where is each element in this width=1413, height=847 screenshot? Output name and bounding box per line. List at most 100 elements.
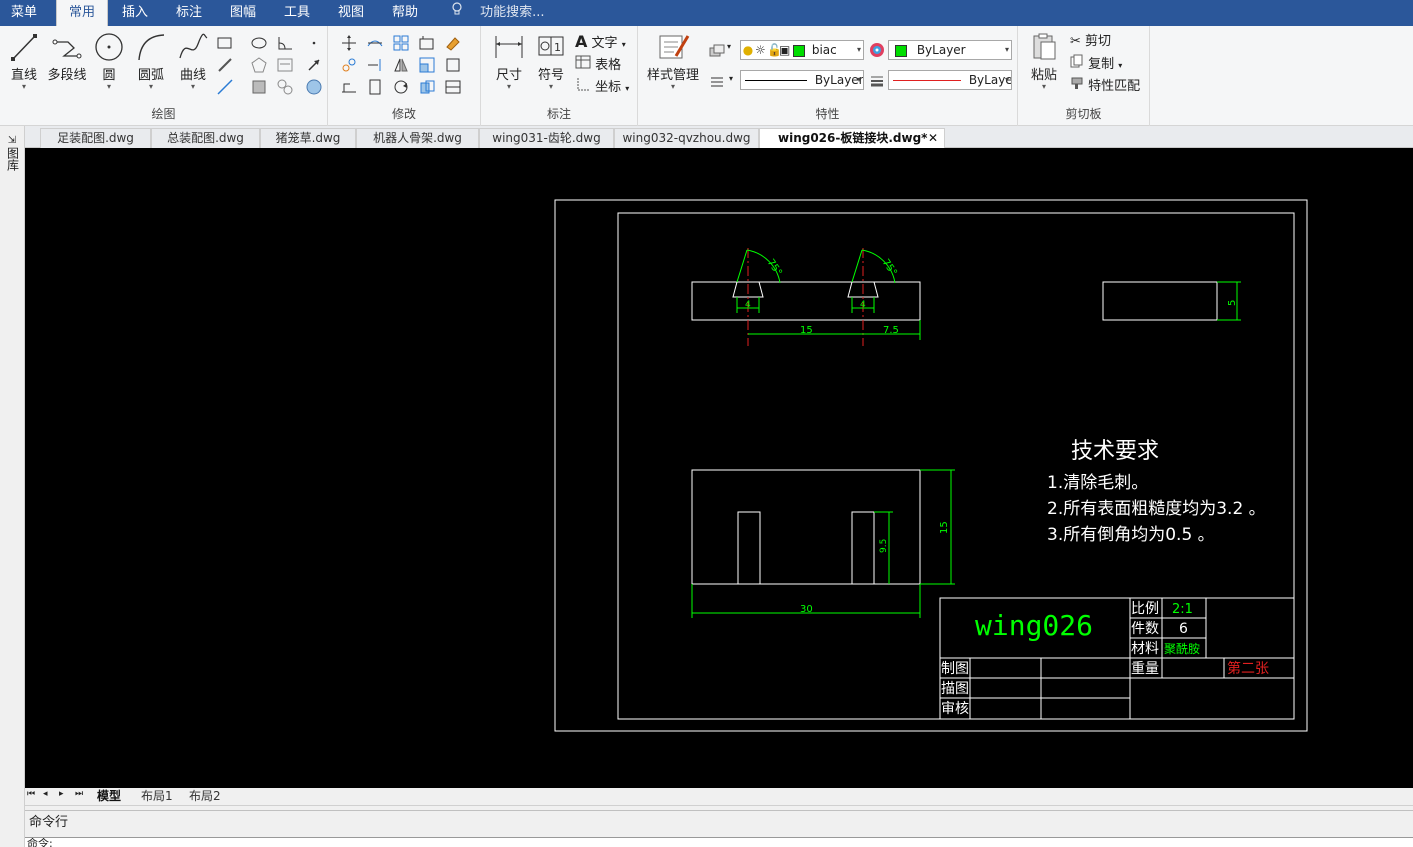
angle-icon[interactable] bbox=[276, 34, 294, 52]
menu-item-main[interactable]: 菜单 bbox=[0, 0, 48, 26]
match-properties-button[interactable]: 特性匹配 bbox=[1070, 76, 1140, 96]
dimension-icon bbox=[495, 36, 523, 58]
material-value: 聚酰胺 bbox=[1164, 642, 1200, 656]
copy-icon bbox=[1070, 54, 1084, 75]
move-icon[interactable] bbox=[340, 34, 358, 52]
line-icon bbox=[11, 34, 37, 61]
layout-tab-2[interactable]: 布局2 bbox=[189, 788, 229, 805]
doc-tab-0[interactable]: 足装配图.dwg bbox=[40, 128, 151, 148]
table-icon bbox=[575, 54, 591, 77]
paste-button[interactable]: 粘贴 ▾ bbox=[1024, 32, 1064, 91]
block-icon[interactable] bbox=[444, 78, 462, 96]
trim-icon[interactable] bbox=[366, 34, 384, 52]
title-block: wing026 比例 2:1 件数 6 材料 聚酰胺 制图 描图 审核 重量 第… bbox=[939, 597, 1295, 720]
ellipse-icon[interactable] bbox=[250, 34, 268, 52]
stretch-icon[interactable] bbox=[340, 78, 358, 96]
copy-button[interactable]: 复制 ▾ bbox=[1070, 54, 1122, 74]
list-icon[interactable] bbox=[708, 72, 726, 90]
image-icon[interactable] bbox=[276, 56, 294, 74]
scissors-icon: ✂ bbox=[1070, 34, 1081, 49]
style-manager-icon bbox=[659, 35, 690, 59]
dim-w1: 4 bbox=[745, 300, 751, 310]
left-panel-strip: ⇲ 图库 bbox=[0, 126, 25, 847]
menu-item-tools[interactable]: 工具 bbox=[274, 0, 320, 26]
scale-icon[interactable] bbox=[418, 56, 436, 74]
color-combo[interactable]: ByLayer ▾ bbox=[888, 40, 1012, 60]
library-tab[interactable]: ⇲ 图库 bbox=[4, 134, 20, 174]
polygon-icon[interactable] bbox=[250, 56, 268, 74]
rotate-icon[interactable] bbox=[392, 78, 410, 96]
style-manager-button[interactable]: 样式管理 ▾ bbox=[642, 32, 704, 91]
arrow-icon[interactable] bbox=[305, 56, 323, 74]
side-view: 5 bbox=[1102, 281, 1241, 321]
dimension-button[interactable]: 尺寸 ▾ bbox=[489, 32, 529, 91]
close-tab-icon[interactable]: ✕ bbox=[928, 129, 938, 148]
point-icon[interactable] bbox=[305, 34, 323, 52]
function-search-placeholder: 功能搜索... bbox=[480, 5, 545, 20]
group-clipboard-label: 剪切板 bbox=[1065, 107, 1102, 121]
construction-line-icon[interactable] bbox=[216, 78, 234, 96]
polyline-button[interactable]: 多段线 bbox=[45, 32, 89, 83]
color-wheel-icon[interactable] bbox=[868, 41, 886, 59]
menu-item-insert[interactable]: 插入 bbox=[112, 0, 158, 26]
next-page-icon[interactable]: ▸ bbox=[59, 789, 64, 799]
lineweight-combo[interactable]: ByLaye ▾ bbox=[888, 70, 1012, 90]
symbol-button[interactable]: 1 符号 ▾ bbox=[531, 32, 571, 91]
menu-item-annotate[interactable]: 标注 bbox=[166, 0, 212, 26]
line-button[interactable]: 直线 ▾ bbox=[4, 32, 44, 91]
doc-tab-4[interactable]: wing031-齿轮.dwg bbox=[479, 128, 614, 148]
explode-icon[interactable] bbox=[444, 56, 462, 74]
extend-icon[interactable] bbox=[366, 56, 384, 74]
arc-button[interactable]: 圆弧 ▾ bbox=[131, 32, 171, 91]
dim-w2: 4 bbox=[860, 300, 866, 310]
linetype-combo[interactable]: ByLayer ▾ bbox=[740, 70, 864, 90]
text-button[interactable]: A 文字 ▾ bbox=[575, 32, 626, 52]
drawing-canvas[interactable]: 75° 75° 4 4 15 7.5 5 15 9.5 30 技术要求 1.清除… bbox=[25, 148, 1413, 788]
hatch-line-icon[interactable] bbox=[216, 56, 234, 74]
command-input[interactable]: 命令: bbox=[25, 837, 1413, 847]
menu-item-help[interactable]: 帮助 bbox=[382, 0, 428, 26]
top-view: 75° 75° 4 4 15 7.5 bbox=[691, 248, 921, 346]
mirror-icon[interactable] bbox=[392, 56, 410, 74]
doc-tab-3[interactable]: 机器人骨架.dwg bbox=[356, 128, 479, 148]
group-annotation: 尺寸 ▾ 1 符号 ▾ A 文字 ▾ 表格 坐标 ▾ 标注 bbox=[481, 26, 638, 126]
hatch-icon[interactable] bbox=[250, 78, 268, 96]
dim-h15: 15 bbox=[939, 521, 950, 534]
symbol-icon: 1 bbox=[538, 36, 564, 56]
curve-button[interactable]: 曲线 ▾ bbox=[173, 32, 213, 91]
prev-page-icon[interactable]: ◂ bbox=[43, 789, 48, 799]
function-search[interactable]: 功能搜索... bbox=[452, 0, 545, 26]
doc-tab-1[interactable]: 总装配图.dwg bbox=[151, 128, 260, 148]
menu-item-view[interactable]: 视图 bbox=[328, 0, 374, 26]
circle-button[interactable]: 圆 ▾ bbox=[89, 32, 129, 91]
menu-item-home[interactable]: 常用 bbox=[56, 0, 108, 26]
layer-state-icon[interactable] bbox=[708, 42, 726, 60]
rectangle-icon[interactable] bbox=[216, 34, 234, 52]
first-page-icon[interactable]: ⏮ bbox=[27, 789, 35, 799]
array-icon[interactable] bbox=[392, 34, 410, 52]
layout-tab-1[interactable]: 布局1 bbox=[141, 788, 181, 805]
doc-tab-2[interactable]: 猪笼草.dwg bbox=[260, 128, 356, 148]
doc-tab-active[interactable]: wing026-板链接块.dwg* ✕ bbox=[759, 128, 945, 148]
doc-tab-5[interactable]: wing032-qvzhou.dwg bbox=[614, 128, 759, 148]
lightbulb-on-icon: ● bbox=[742, 43, 754, 57]
lineweight-icon[interactable] bbox=[868, 71, 886, 89]
region-icon[interactable] bbox=[276, 78, 294, 96]
last-page-icon[interactable]: ⏭ bbox=[75, 789, 83, 799]
layer-combo[interactable]: ● ☼🔓▣ biac ▾ bbox=[740, 40, 864, 60]
fillet-icon[interactable] bbox=[418, 78, 436, 96]
sphere-icon[interactable] bbox=[305, 78, 323, 96]
sheet-label: 第二张 bbox=[1227, 660, 1269, 677]
erase-icon[interactable] bbox=[444, 34, 462, 52]
cut-button[interactable]: ✂ 剪切 bbox=[1070, 32, 1111, 52]
coordinate-button[interactable]: 坐标 ▾ bbox=[575, 76, 629, 96]
group-annotation-label: 标注 bbox=[546, 107, 571, 121]
table-button[interactable]: 表格 bbox=[575, 54, 621, 74]
lightbulb-icon bbox=[452, 0, 464, 26]
break-icon[interactable] bbox=[366, 78, 384, 96]
offset-icon[interactable] bbox=[418, 34, 436, 52]
layout-tab-model[interactable]: 模型 bbox=[97, 788, 135, 805]
menu-item-frame[interactable]: 图幅 bbox=[220, 0, 266, 26]
copy-object-icon[interactable] bbox=[340, 56, 358, 74]
polyline-icon bbox=[52, 39, 82, 59]
